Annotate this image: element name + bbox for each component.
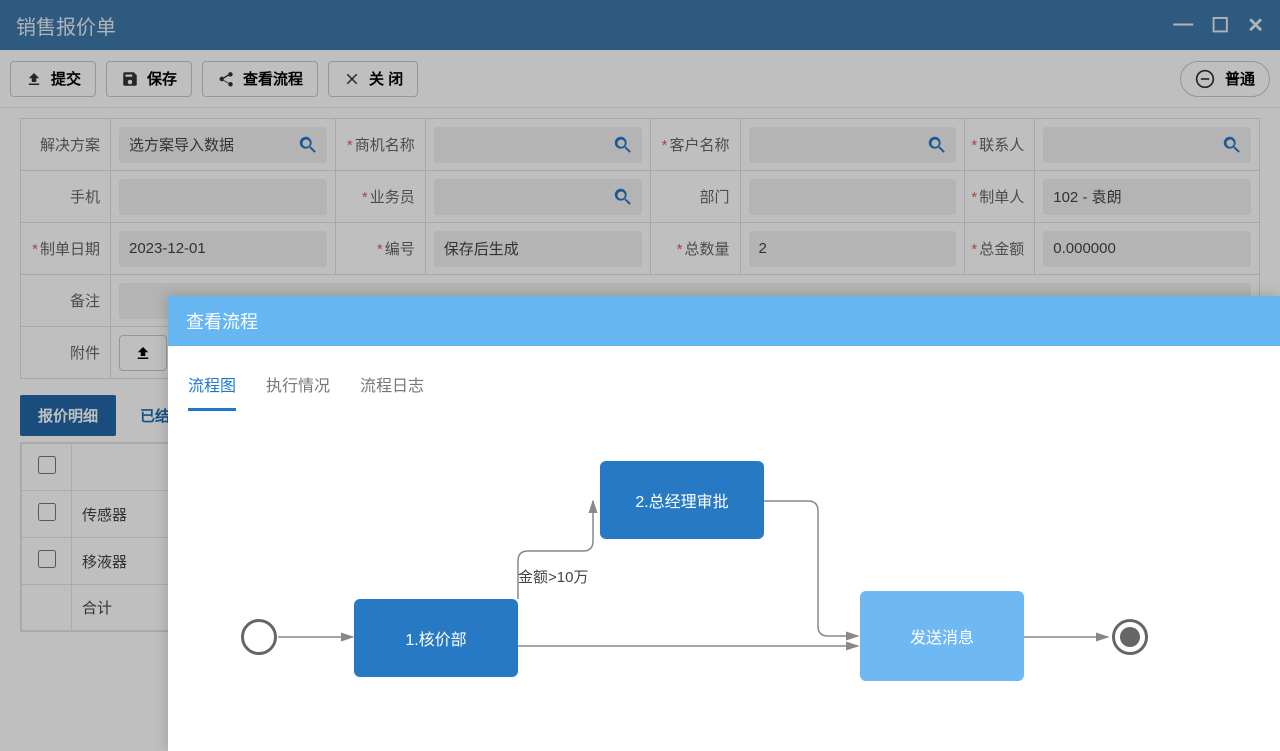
modal-tabs: 流程图 执行情况 流程日志 <box>168 346 1280 411</box>
flow-start <box>241 619 277 655</box>
flow-node-2[interactable]: 2.总经理审批 <box>600 461 764 539</box>
flow-modal: 查看流程 流程图 执行情况 流程日志 1.核价部 2.总经理审批 发送消息 <box>168 296 1280 751</box>
flow-node-3[interactable]: 发送消息 <box>860 591 1024 681</box>
flow-canvas: 1.核价部 2.总经理审批 发送消息 金额>10万 <box>168 421 1280 721</box>
modal-title: 查看流程 <box>168 296 1280 346</box>
modal-tab-diagram[interactable]: 流程图 <box>188 364 236 411</box>
flow-node-1[interactable]: 1.核价部 <box>354 599 518 677</box>
flow-end <box>1112 619 1148 655</box>
modal-tab-exec[interactable]: 执行情况 <box>266 364 330 411</box>
modal-tab-log[interactable]: 流程日志 <box>360 364 424 411</box>
flow-edge-label: 金额>10万 <box>518 566 588 587</box>
